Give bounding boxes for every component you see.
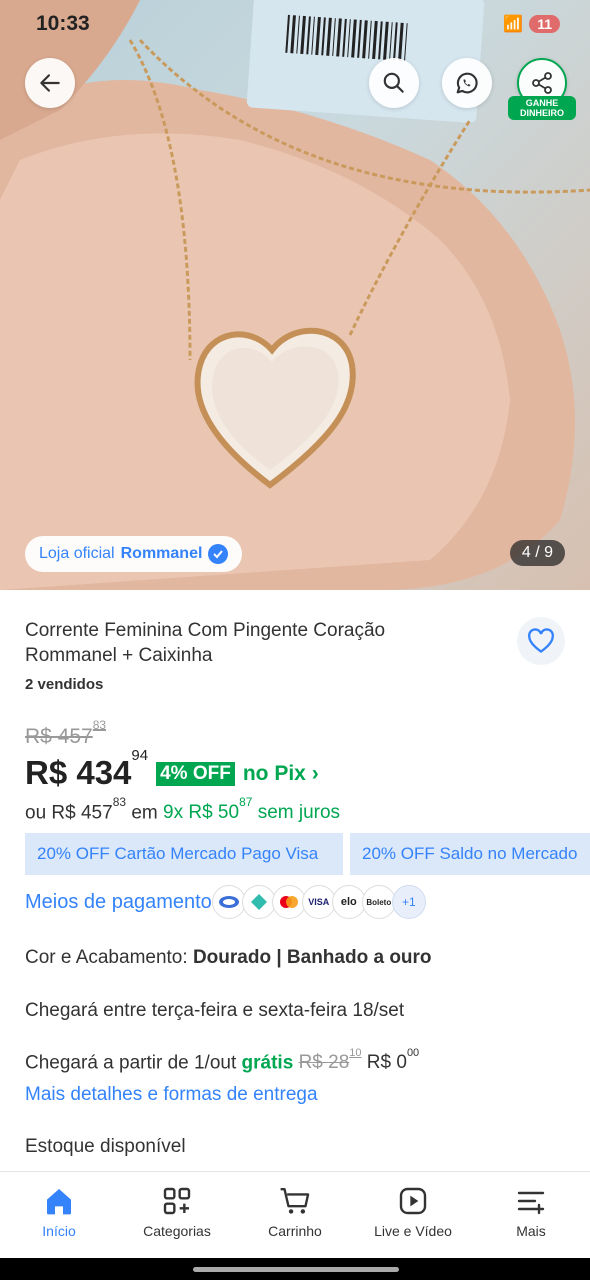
earn-money-badge[interactable]: GANHE DINHEIRO xyxy=(508,96,576,120)
price-int: R$ 434 xyxy=(25,754,132,791)
visa-icon: VISA xyxy=(301,885,336,919)
bottom-tab-bar: Início Categorias Carrinho Live e Vídeo … xyxy=(0,1171,590,1258)
search-icon xyxy=(383,72,404,93)
play-icon xyxy=(399,1187,427,1215)
installment-suffix: sem juros xyxy=(257,802,341,824)
original-price-int: R$ 457 xyxy=(25,725,93,748)
original-price-cents: 83 xyxy=(92,718,107,732)
share-icon xyxy=(532,72,552,94)
store-prefix: Loja oficial xyxy=(39,545,115,562)
promo-card-visa[interactable]: 20% OFF Cartão Mercado Pago Visa xyxy=(25,833,343,875)
delivery-estimate: Chegará entre terça-feira e sexta-feira … xyxy=(25,1000,405,1021)
shipping-old-price: R$ 2810 xyxy=(298,1047,362,1074)
tab-label: Mais xyxy=(516,1223,546,1239)
pix-link[interactable]: no Pix › xyxy=(243,762,319,786)
whatsapp-button[interactable] xyxy=(442,58,492,108)
cart-icon xyxy=(280,1188,310,1214)
installment-full-price: ou R$ 457 xyxy=(25,802,113,824)
free-delivery-estimate: Chegará a partir de 1/out grátis R$ 2810… xyxy=(25,1047,419,1074)
tab-label: Início xyxy=(42,1223,76,1239)
installment-plan: 9x R$ 5087 sem juros xyxy=(163,795,341,824)
status-icons: 📶 11 xyxy=(503,14,560,34)
free-label: grátis xyxy=(241,1052,294,1074)
more-payment-count: +1 xyxy=(391,885,426,919)
system-nav-bar xyxy=(0,1258,590,1280)
chevron-right-icon: › xyxy=(311,762,319,785)
original-price: R$ 45783 xyxy=(25,718,106,749)
price-cents: 94 xyxy=(131,747,149,764)
price-row: R$ 43494 4% OFF no Pix › xyxy=(25,747,319,792)
product-photo xyxy=(0,0,590,590)
tab-live-video[interactable]: Live e Vídeo xyxy=(354,1172,472,1258)
elo-icon: elo xyxy=(331,885,366,919)
shipping-new-price: R$ 000 xyxy=(366,1047,419,1074)
verified-icon xyxy=(208,544,229,564)
status-bar: 10:33 📶 11 xyxy=(0,8,590,40)
menu-icon xyxy=(517,1191,545,1215)
favorite-button[interactable] xyxy=(517,617,565,665)
payment-methods-link[interactable]: Meios de pagamento xyxy=(25,891,212,914)
shipping-old-cents: 10 xyxy=(349,1047,362,1059)
whatsapp-icon xyxy=(456,72,478,94)
store-name: Rommanel xyxy=(120,545,203,562)
shipping-old-int: R$ 28 xyxy=(298,1052,350,1074)
clock: 10:33 xyxy=(36,12,90,35)
product-image[interactable]: 10:33 📶 11 GANHE DINHEIRO Loja oficial R… xyxy=(0,0,590,590)
free-delivery-date: Chegará a partir de 1/out xyxy=(25,1052,237,1074)
image-counter: 4 / 9 xyxy=(509,540,565,566)
mastercard-icon xyxy=(271,885,306,919)
pix-icon xyxy=(211,885,246,919)
arrow-left-icon xyxy=(40,74,60,92)
delivery-details-link[interactable]: Mais detalhes e formas de entrega xyxy=(25,1084,318,1106)
pix-label: no Pix xyxy=(242,762,306,785)
tab-mais[interactable]: Mais xyxy=(472,1172,590,1258)
search-button[interactable] xyxy=(369,58,419,108)
heart-icon xyxy=(528,628,554,653)
color-finish: Cor e Acabamento: Dourado | Banhado a ou… xyxy=(25,947,432,969)
tab-label: Categorias xyxy=(143,1223,211,1239)
categories-icon xyxy=(163,1187,191,1215)
shipping-new-cents: 00 xyxy=(406,1047,420,1059)
boleto-icon xyxy=(241,885,276,919)
tab-label: Live e Vídeo xyxy=(374,1223,452,1239)
shipping-new-int: R$ 0 xyxy=(366,1052,407,1074)
home-icon xyxy=(47,1189,71,1215)
discount-badge: 4% OFF xyxy=(156,762,235,786)
tab-carrinho[interactable]: Carrinho xyxy=(236,1172,354,1258)
tab-inicio[interactable]: Início xyxy=(0,1172,118,1258)
installment-full-cents: 83 xyxy=(112,795,127,809)
tab-categorias[interactable]: Categorias xyxy=(118,1172,236,1258)
barcode-icon: Boleto xyxy=(361,885,396,919)
wifi-icon: 📶 xyxy=(503,16,524,33)
sold-count: 2 vendidos xyxy=(25,676,104,693)
stock-status: Estoque disponível xyxy=(25,1136,186,1157)
home-gesture-handle[interactable] xyxy=(193,1267,399,1272)
installment-cents: 87 xyxy=(239,795,253,809)
product-title: Corrente Feminina Com Pingente Coração R… xyxy=(25,620,386,666)
installment-value: 9x R$ 50 xyxy=(163,802,240,824)
promo-saldo[interactable]: 20% OFF Saldo no Mercado xyxy=(350,833,590,875)
installment-em: em xyxy=(131,802,158,824)
battery-icon: 11 xyxy=(529,15,560,33)
back-button[interactable] xyxy=(25,58,75,108)
payment-methods[interactable]: Meios de pagamento VISA elo Boleto +1 xyxy=(25,885,426,919)
color-value: Dourado | Banhado a ouro xyxy=(192,947,432,968)
official-store-badge[interactable]: Loja oficial Rommanel xyxy=(25,536,243,572)
tab-label: Carrinho xyxy=(268,1223,322,1239)
color-label: Cor e Acabamento: xyxy=(25,947,188,968)
installments: ou R$ 45783 em 9x R$ 5087 sem juros xyxy=(25,795,341,824)
current-price: R$ 43494 xyxy=(25,747,148,792)
